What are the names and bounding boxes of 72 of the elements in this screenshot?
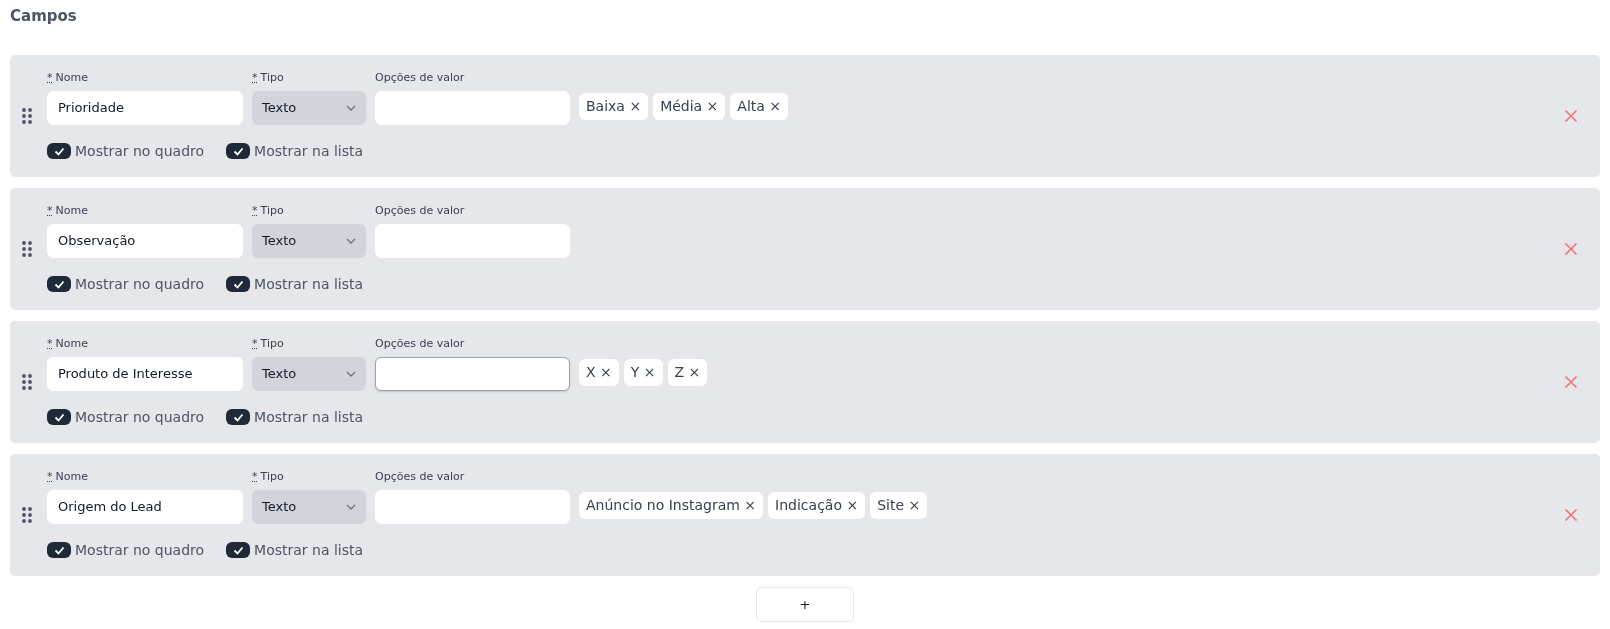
option-tag[interactable]: Site × (870, 491, 928, 519)
field-label: Opções de valor (375, 203, 466, 220)
type-select[interactable]: Texto (252, 356, 366, 391)
option-tag[interactable]: Anúncio no Instagram × (579, 491, 764, 519)
option-tag[interactable]: Alta × (730, 92, 789, 120)
checkbox[interactable] (226, 143, 251, 160)
type-select[interactable]: Texto (252, 489, 366, 524)
option-tag[interactable]: Indicação × (768, 491, 866, 519)
checkbox-label: Mostrar no quadro (75, 141, 205, 161)
field-label: Tipo (260, 337, 284, 351)
name-input[interactable]: Origem do Lead (47, 489, 243, 524)
add-button[interactable]: + (756, 587, 854, 622)
checkmark-icon (232, 146, 244, 156)
required-mark: * (47, 204, 53, 218)
chevron-down-icon (346, 370, 356, 377)
required-mark: * (252, 71, 258, 85)
required-mark: * (47, 470, 53, 484)
checkbox-label: Mostrar na lista (254, 141, 364, 161)
field-label: Nome (55, 71, 88, 85)
checkbox-label: Mostrar no quadro (75, 540, 205, 560)
checkbox[interactable] (226, 542, 251, 559)
field-label: Nome (55, 337, 88, 351)
drag-handle-icon[interactable] (22, 241, 32, 257)
required-mark: * (47, 337, 53, 351)
checkbox[interactable] (47, 143, 71, 160)
required-mark: * (47, 71, 53, 85)
option-tag[interactable]: Média × (653, 92, 726, 120)
drag-handle-icon[interactable] (22, 108, 32, 124)
option-tag[interactable]: Z × (667, 358, 708, 386)
checkmark-icon (232, 412, 244, 422)
field-label: Opções de valor (375, 70, 466, 87)
checkmark-icon (53, 279, 65, 289)
name-input[interactable]: Prioridade (47, 90, 243, 125)
option-tag[interactable]: Baixa × (579, 92, 649, 120)
chevron-down-icon (346, 503, 356, 510)
checkmark-icon (53, 412, 65, 422)
checkmark-icon (53, 146, 65, 156)
drag-handle-icon[interactable] (22, 374, 32, 390)
drag-handle-icon[interactable] (22, 507, 32, 523)
field-label: Tipo (260, 470, 284, 484)
name-input[interactable]: Produto de Interesse (47, 356, 243, 391)
checkbox[interactable] (226, 276, 251, 293)
field-label: Tipo (260, 71, 284, 85)
checkbox-label: Mostrar na lista (254, 274, 364, 294)
field-label: Opções de valor (375, 469, 466, 486)
checkbox[interactable] (47, 542, 71, 559)
option-input[interactable] (375, 356, 570, 391)
checkbox[interactable] (47, 276, 71, 293)
checkbox-label: Mostrar no quadro (75, 274, 205, 294)
chevron-down-icon (346, 104, 356, 111)
option-tag[interactable]: Y × (623, 358, 663, 386)
checkbox-label: Mostrar no quadro (75, 407, 205, 427)
section-title: Campos (10, 6, 78, 27)
checkmark-icon (53, 545, 65, 555)
name-input[interactable]: Observação (47, 223, 243, 258)
type-select[interactable]: Texto (252, 90, 366, 125)
checkbox-label: Mostrar na lista (254, 407, 364, 427)
chevron-down-icon (346, 237, 356, 244)
field-label: Tipo (260, 204, 284, 218)
required-mark: * (252, 470, 258, 484)
field-label: Opções de valor (375, 336, 466, 353)
checkmark-icon (232, 545, 244, 555)
checkbox[interactable] (226, 409, 251, 426)
type-select[interactable]: Texto (252, 223, 366, 258)
field-label: Nome (55, 470, 88, 484)
required-mark: * (252, 337, 258, 351)
field-label: Nome (55, 204, 88, 218)
checkmark-icon (232, 279, 244, 289)
required-mark: * (252, 204, 258, 218)
checkbox-label: Mostrar na lista (254, 540, 364, 560)
checkbox[interactable] (47, 409, 71, 426)
option-tag[interactable]: X × (579, 358, 619, 386)
